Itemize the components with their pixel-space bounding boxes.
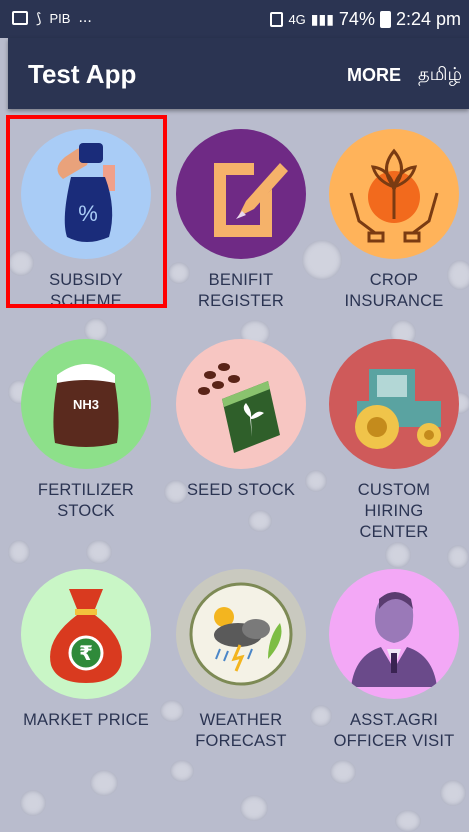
tile-crop-insurance[interactable]: CROP INSURANCE bbox=[319, 129, 469, 312]
weather-icon bbox=[189, 582, 293, 686]
tractor-icon bbox=[355, 369, 441, 449]
tile-label: CUSTOM HIRING CENTER bbox=[357, 481, 431, 541]
more-button[interactable]: MORE bbox=[347, 65, 401, 86]
tile-fertilizer-stock[interactable]: NH3 FERTILIZER STOCK bbox=[11, 339, 161, 522]
tile-label: CROP INSURANCE bbox=[344, 271, 444, 310]
tile-weather-forecast[interactable]: WEATHER FORECAST bbox=[166, 569, 316, 752]
battery-percent: 74% bbox=[338, 9, 375, 29]
tile-asst-agri-officer-visit[interactable]: ASST.AGRI OFFICER VISIT bbox=[319, 569, 469, 752]
app-bar: Test App MORE தமிழ் bbox=[8, 38, 469, 109]
tile-label: FERTILIZER STOCK bbox=[37, 481, 135, 520]
selection-highlight bbox=[6, 115, 167, 308]
tile-label: SEED STOCK bbox=[186, 481, 296, 499]
sim-icon bbox=[270, 12, 284, 27]
status-bar: ⟆ PIB ... 4G ▮▮▮ 74% 2:24 pm bbox=[0, 0, 469, 38]
more-notifications-dots: ... bbox=[78, 9, 92, 26]
officer-icon bbox=[351, 592, 437, 687]
hands-plant-icon bbox=[349, 148, 439, 243]
fertilizer-sack-icon: NH3 bbox=[53, 364, 119, 447]
gallery-notification-icon bbox=[12, 11, 28, 25]
tile-label: BENIFIT REGISTER bbox=[198, 271, 284, 310]
language-toggle[interactable]: தமிழ் bbox=[418, 64, 462, 87]
signal-icon: ▮▮▮ bbox=[310, 11, 334, 27]
tile-seed-stock[interactable]: SEED STOCK bbox=[166, 339, 316, 501]
app-title: Test App bbox=[28, 59, 137, 89]
tile-label: ASST.AGRI OFFICER VISIT bbox=[333, 711, 455, 750]
network-type: 4G bbox=[288, 12, 306, 27]
phone-screen: ⟆ PIB ... 4G ▮▮▮ 74% 2:24 pm Test App MO… bbox=[0, 0, 469, 832]
cast-icon: ⟆ bbox=[36, 9, 42, 26]
clock: 2:24 pm bbox=[395, 9, 461, 29]
tile-custom-hiring-center[interactable]: CUSTOM HIRING CENTER bbox=[319, 339, 469, 543]
sack-label: NH3 bbox=[73, 397, 99, 412]
rupee-symbol: ₹ bbox=[79, 641, 93, 665]
document-pencil-icon bbox=[214, 163, 288, 237]
tile-label: WEATHER FORECAST bbox=[195, 711, 287, 750]
tile-label: MARKET PRICE bbox=[23, 711, 149, 729]
seed-packet-icon bbox=[198, 363, 280, 453]
tile-market-price[interactable]: ₹ MARKET PRICE bbox=[11, 569, 161, 731]
pib-notification-text: PIB bbox=[49, 10, 71, 26]
battery-icon bbox=[379, 11, 391, 28]
tile-benifit-register[interactable]: BENIFIT REGISTER bbox=[166, 129, 316, 312]
rupee-bag-icon: ₹ bbox=[50, 589, 122, 683]
